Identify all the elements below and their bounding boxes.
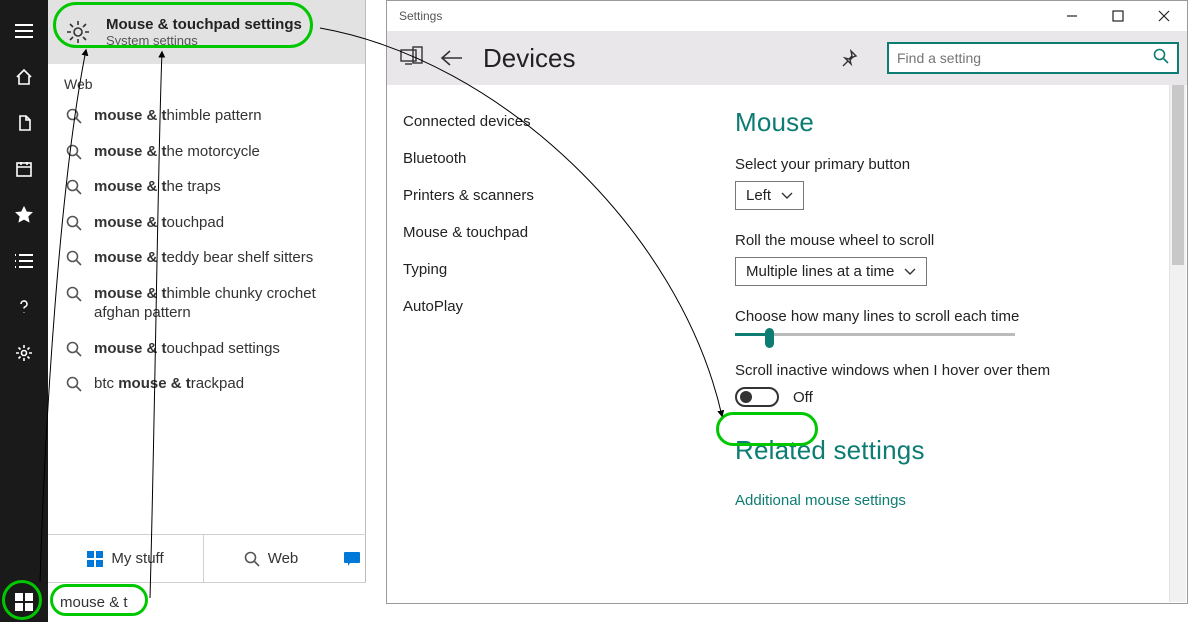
settings-nav-item[interactable]: Connected devices xyxy=(397,103,691,140)
search-icon xyxy=(64,248,84,266)
scrollbar-thumb[interactable] xyxy=(1172,85,1184,265)
search-icon xyxy=(64,106,84,124)
section-heading-mouse: Mouse xyxy=(735,107,1161,138)
settings-nav-item[interactable]: Mouse & touchpad xyxy=(397,214,691,251)
settings-nav-item[interactable]: Bluetooth xyxy=(397,140,691,177)
chevron-down-icon xyxy=(904,268,916,276)
tab-web[interactable]: Web xyxy=(204,534,338,582)
calendar-icon[interactable] xyxy=(0,146,48,192)
search-icon xyxy=(1153,48,1169,69)
search-icon xyxy=(64,213,84,231)
inactive-scroll-label: Scroll inactive windows when I hover ove… xyxy=(735,362,1161,379)
tab-my-stuff[interactable]: My stuff xyxy=(48,534,204,582)
web-suggestion-text: btc mouse & trackpad xyxy=(94,374,244,394)
best-match-subtitle: System settings xyxy=(106,33,302,48)
web-suggestion[interactable]: mouse & the motorcycle xyxy=(48,134,365,170)
web-suggestion[interactable]: mouse & the traps xyxy=(48,169,365,205)
page-title: Devices xyxy=(483,43,575,74)
web-suggestion[interactable]: mouse & touchpad settings xyxy=(48,331,365,367)
window-titlebar: Settings xyxy=(387,1,1187,31)
windows-logo-icon xyxy=(87,551,103,567)
help-icon[interactable] xyxy=(0,284,48,330)
search-icon xyxy=(64,339,84,357)
settings-nav-item[interactable]: Printers & scanners xyxy=(397,177,691,214)
inactive-scroll-toggle[interactable]: Off xyxy=(735,387,1161,407)
best-match-result[interactable]: Mouse & touchpad settings System setting… xyxy=(48,0,365,64)
web-suggestion-text: mouse & thimble chunky crochet afghan pa… xyxy=(94,284,351,323)
search-icon xyxy=(64,284,84,302)
feedback-icon[interactable] xyxy=(338,534,366,582)
toggle-track xyxy=(735,387,779,407)
web-suggestion[interactable]: mouse & thimble chunky crochet afghan pa… xyxy=(48,276,365,331)
settings-nav: Connected devicesBluetoothPrinters & sca… xyxy=(387,85,701,603)
web-suggestions-header: Web xyxy=(48,64,365,98)
star-icon[interactable] xyxy=(0,192,48,238)
start-bottom-tabs: My stuff Web xyxy=(48,534,366,582)
back-button[interactable] xyxy=(439,48,465,68)
tab-my-stuff-label: My stuff xyxy=(111,550,163,567)
section-heading-related: Related settings xyxy=(735,435,1161,466)
pin-icon[interactable] xyxy=(839,48,859,68)
settings-nav-item[interactable]: Typing xyxy=(397,251,691,288)
primary-button-dropdown[interactable]: Left xyxy=(735,181,804,210)
minimize-button[interactable] xyxy=(1049,1,1095,31)
maximize-button[interactable] xyxy=(1095,1,1141,31)
web-suggestion[interactable]: btc mouse & trackpad xyxy=(48,366,365,402)
chevron-down-icon xyxy=(781,192,793,200)
search-icon xyxy=(64,374,84,392)
taskbar xyxy=(0,582,366,622)
wheel-scroll-label: Roll the mouse wheel to scroll xyxy=(735,232,1161,249)
scrollbar[interactable] xyxy=(1169,85,1186,602)
window-title: Settings xyxy=(387,9,442,23)
search-icon xyxy=(64,142,84,160)
settings-nav-item[interactable]: AutoPlay xyxy=(397,288,691,325)
web-suggestion-text: mouse & the traps xyxy=(94,177,221,197)
gear-icon xyxy=(64,18,92,46)
primary-button-label: Select your primary button xyxy=(735,156,1161,173)
web-suggestions-list: mouse & thimble pattern mouse & the motor… xyxy=(48,98,365,402)
web-suggestion[interactable]: mouse & touchpad xyxy=(48,205,365,241)
primary-button-value: Left xyxy=(746,187,771,204)
additional-mouse-settings-link[interactable]: Additional mouse settings xyxy=(735,492,906,509)
web-suggestion-text: mouse & touchpad xyxy=(94,213,224,233)
web-suggestion-text: mouse & touchpad settings xyxy=(94,339,280,359)
start-button[interactable] xyxy=(0,582,48,622)
settings-icon[interactable] xyxy=(0,330,48,376)
devices-icon xyxy=(399,45,425,72)
start-search-panel: Mouse & touchpad settings System setting… xyxy=(48,0,366,582)
search-icon xyxy=(244,551,260,567)
documents-icon[interactable] xyxy=(0,100,48,146)
web-suggestion[interactable]: mouse & thimble pattern xyxy=(48,98,365,134)
hamburger-icon[interactable] xyxy=(0,8,48,54)
toggle-state-label: Off xyxy=(793,389,813,406)
tab-web-label: Web xyxy=(268,550,299,567)
home-icon[interactable] xyxy=(0,54,48,100)
lines-scroll-label: Choose how many lines to scroll each tim… xyxy=(735,308,1161,325)
taskbar-search-input[interactable] xyxy=(60,594,354,611)
settings-search-input[interactable] xyxy=(897,50,1153,66)
web-suggestion-text: mouse & thimble pattern xyxy=(94,106,262,126)
start-sidebar xyxy=(0,0,48,622)
settings-search-box[interactable] xyxy=(887,42,1179,74)
close-button[interactable] xyxy=(1141,1,1187,31)
settings-window: Settings Devices Connected devicesBlueto… xyxy=(386,0,1188,604)
web-suggestion[interactable]: mouse & teddy bear shelf sitters xyxy=(48,240,365,276)
list-icon[interactable] xyxy=(0,238,48,284)
lines-scroll-slider[interactable] xyxy=(735,333,1015,336)
best-match-title: Mouse & touchpad settings xyxy=(106,16,302,33)
wheel-scroll-value: Multiple lines at a time xyxy=(746,263,894,280)
best-match-texts: Mouse & touchpad settings System setting… xyxy=(106,16,302,48)
web-suggestion-text: mouse & the motorcycle xyxy=(94,142,260,162)
web-suggestion-text: mouse & teddy bear shelf sitters xyxy=(94,248,313,268)
wheel-scroll-dropdown[interactable]: Multiple lines at a time xyxy=(735,257,927,286)
taskbar-search-box[interactable] xyxy=(48,582,366,622)
settings-content: Mouse Select your primary button Left Ro… xyxy=(701,85,1187,603)
search-icon xyxy=(64,177,84,195)
settings-toolbar: Devices xyxy=(387,31,1187,85)
